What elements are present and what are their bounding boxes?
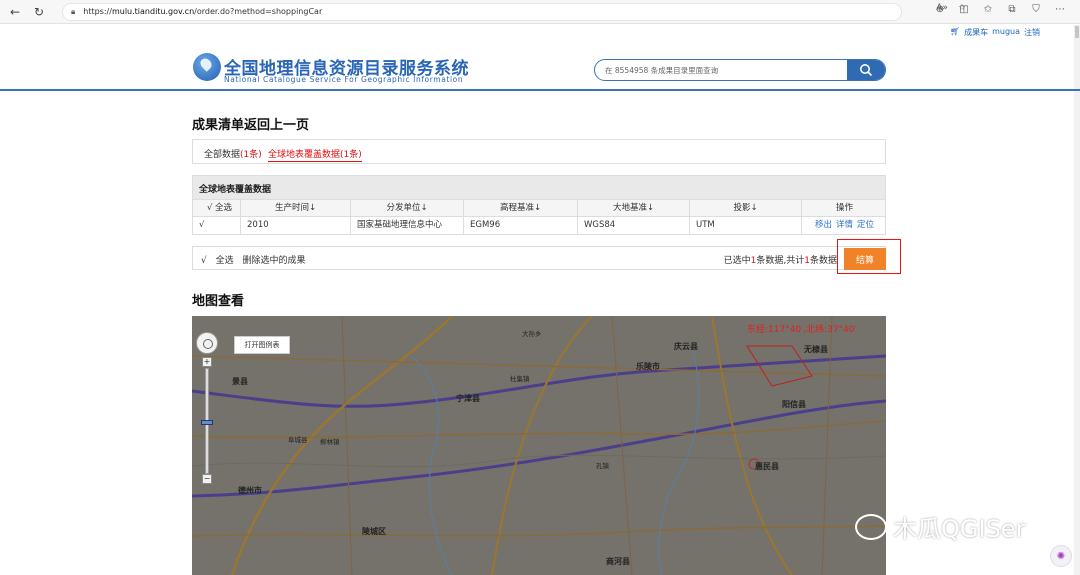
- address-bar[interactable]: 🔒︎ https://mulu.tianditu.gov.cn/order.do…: [62, 2, 902, 21]
- select-all-label[interactable]: 全选: [216, 256, 234, 266]
- tab-all-data[interactable]: 全部数据(1条): [204, 147, 262, 160]
- select-all-check[interactable]: √: [201, 256, 207, 266]
- zoom-in-button[interactable]: +: [202, 357, 212, 367]
- map-label: 乐陵市: [636, 362, 660, 371]
- map-section-title: 地图查看: [192, 294, 245, 309]
- map-pan-control[interactable]: [196, 332, 218, 354]
- search-box: [594, 59, 886, 81]
- watermark: 木瓜QGISer: [855, 509, 1025, 544]
- map-roads: [192, 316, 886, 575]
- page-title: 成果清单返回上一页: [192, 118, 310, 133]
- map-label: 商河县: [606, 557, 630, 566]
- search-input[interactable]: [595, 60, 847, 80]
- user-bar: 🛒︎ 成果车 mugua 注销: [0, 25, 1080, 41]
- column-header-projection[interactable]: 投影↓: [690, 200, 802, 217]
- extension-icon[interactable]: ⊕: [934, 4, 946, 15]
- filter-tabs: 全部数据(1条) 全球地表覆盖数据(1条): [192, 139, 886, 164]
- map-label: 阳信县: [782, 400, 806, 409]
- site-header: 全国地理信息资源目录服务系统 National Catalogue Servic…: [0, 41, 1080, 91]
- reload-icon[interactable]: ↻: [30, 3, 48, 21]
- map-label: 柳林镇: [320, 438, 340, 446]
- cell-projection: UTM: [690, 217, 802, 234]
- remove-link[interactable]: 移出: [815, 220, 832, 230]
- split-screen-icon[interactable]: ◫: [958, 4, 970, 15]
- selection-summary: 已选中1条数据,共计1条数据: [723, 256, 837, 266]
- cart-link[interactable]: 成果车: [964, 27, 988, 38]
- site-subtitle: National Catalogue Service For Geographi…: [224, 75, 464, 84]
- open-legend-button[interactable]: 打开图例表: [234, 336, 290, 354]
- column-header-datum[interactable]: 大地基准↓: [578, 200, 690, 217]
- row-checkbox[interactable]: √: [193, 217, 241, 234]
- logout-link[interactable]: 注销: [1024, 27, 1040, 38]
- scrollbar[interactable]: [1074, 25, 1080, 575]
- arrow-left-icon[interactable]: ←: [6, 3, 24, 21]
- locate-link[interactable]: 定位: [857, 220, 874, 230]
- map-label: 宁津县: [456, 394, 480, 403]
- column-header-elevation[interactable]: 高程基准↓: [464, 200, 578, 217]
- table-header-row: √ 全选 生产时间↓ 分发单位↓ 高程基准↓ 大地基准↓ 投影↓ 操作: [193, 200, 885, 217]
- assistant-icon[interactable]: ✺: [1050, 545, 1072, 567]
- favorites-icon[interactable]: ✩: [982, 4, 994, 15]
- column-header-time[interactable]: 生产时间↓: [241, 200, 351, 217]
- zoom-out-button[interactable]: −: [202, 474, 212, 484]
- collections-icon[interactable]: ⧉: [1006, 4, 1018, 15]
- cell-unit: 国家基础地理信息中心: [351, 217, 464, 234]
- map-label: 德州市: [238, 486, 262, 495]
- details-link[interactable]: 详情: [836, 220, 853, 230]
- username-link[interactable]: mugua: [992, 27, 1020, 38]
- column-header-operations: 操作: [835, 203, 853, 213]
- search-icon: [860, 64, 873, 77]
- zoom-slider-thumb[interactable]: [201, 420, 213, 425]
- action-bar: √ 全选 删除选中的成果 已选中1条数据,共计1条数据: [192, 246, 886, 270]
- table-caption: 全球地表覆盖数据: [193, 176, 885, 200]
- column-header-unit[interactable]: 分发单位↓: [351, 200, 464, 217]
- map-label: 大孙乡: [522, 330, 542, 338]
- map-view[interactable]: 东经:117°40′,北纬:37°40′ + − 打开图例表 庆云县 无棣县 乐…: [192, 316, 886, 575]
- map-label: 惠民县: [755, 462, 779, 471]
- cell-elevation: EGM96: [464, 217, 578, 234]
- map-coordinate-readout: 东经:117°40′,北纬:37°40′: [747, 325, 857, 335]
- cell-time: 2010: [241, 217, 351, 234]
- results-table: 全球地表覆盖数据 √ 全选 生产时间↓ 分发单位↓ 高程基准↓ 大地基准↓ 投影…: [192, 175, 886, 235]
- wechat-icon: [855, 513, 887, 540]
- map-label: 陵城区: [362, 527, 386, 536]
- settle-button[interactable]: 结算: [844, 248, 886, 270]
- tab-global-land-cover[interactable]: 全球地表覆盖数据(1条): [268, 147, 362, 162]
- map-label: 庆云县: [674, 342, 698, 351]
- more-icon[interactable]: ⋯: [1054, 4, 1066, 15]
- globe-logo-icon[interactable]: [193, 53, 221, 81]
- map-label: 无棣县: [804, 345, 828, 354]
- lock-icon: 🔒︎: [71, 6, 76, 16]
- shield-icon[interactable]: ⛉: [1030, 4, 1042, 15]
- cell-operations: 移出 详情 定位: [802, 217, 887, 234]
- cell-datum: WGS84: [578, 217, 690, 234]
- url-text: https://mulu.tianditu.gov.cn/order.do?me…: [83, 7, 323, 16]
- map-label: 孔镇: [596, 462, 609, 470]
- search-button[interactable]: [847, 60, 885, 80]
- cart-icon[interactable]: 🛒︎: [950, 27, 960, 38]
- map-label: 景县: [232, 377, 248, 386]
- map-label: 杜集镇: [510, 375, 530, 383]
- select-all-header[interactable]: √ 全选: [193, 200, 241, 217]
- map-label: 阜城县: [288, 436, 308, 444]
- table-row: √ 2010 国家基础地理信息中心 EGM96 WGS84 UTM 移出 详情 定位: [193, 217, 885, 234]
- delete-selected-link[interactable]: 删除选中的成果: [243, 256, 306, 266]
- browser-toolbar: ← ↻ 🔒︎ https://mulu.tianditu.gov.cn/orde…: [0, 0, 1080, 24]
